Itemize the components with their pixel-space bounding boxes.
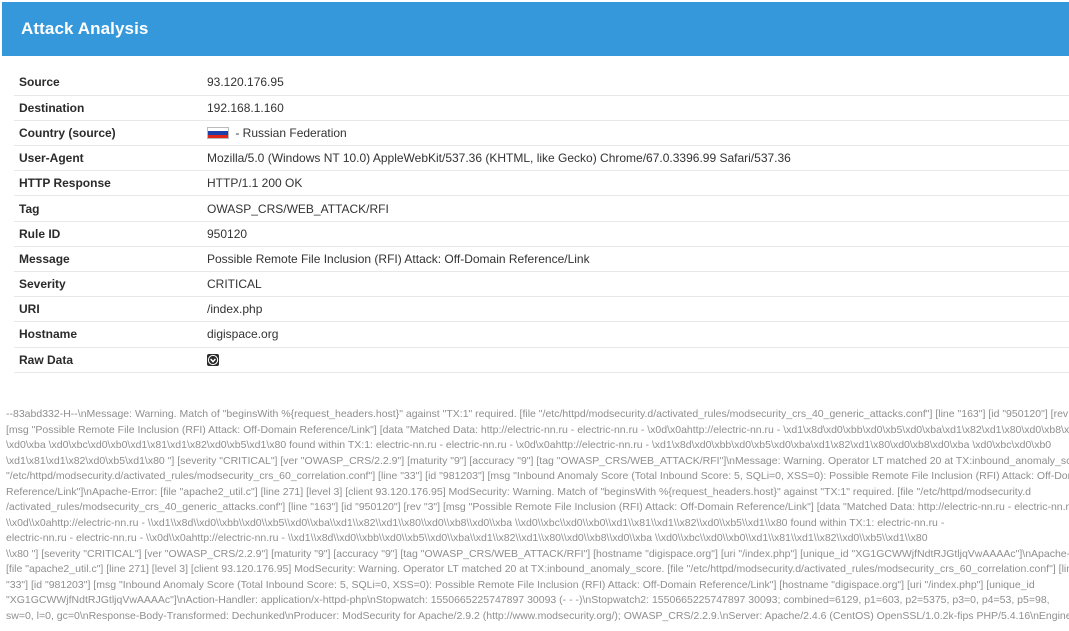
detail-value-rule-id: 950120 bbox=[207, 221, 1069, 247]
raw-data-line: "/etc/httpd/modsecurity.d/activated_rule… bbox=[6, 470, 1069, 482]
detail-value-http-response: HTTP/1.1 200 OK bbox=[207, 170, 1069, 197]
detail-label-country: Country (source) bbox=[14, 120, 207, 147]
detail-value-hostname: digispace.org bbox=[207, 321, 1069, 348]
page-title: Attack Analysis bbox=[21, 19, 149, 38]
detail-value-severity: CRITICAL bbox=[207, 271, 1069, 298]
detail-label-rule-id: Rule ID bbox=[14, 221, 207, 247]
detail-value-uri: /index.php bbox=[207, 296, 1069, 323]
detail-row-tag: Tag OWASP_CRS/WEB_ATTACK/RFI bbox=[14, 195, 1069, 222]
detail-row-hostname: Hostname digispace.org bbox=[14, 321, 1069, 348]
raw-data-line: \xd1\x81\xd1\x82\xd0\xb5\xd1\x80 "] [sev… bbox=[6, 454, 1069, 467]
raw-data-line: sw=0, l=0, gc=0\nResponse-Body-Transform… bbox=[6, 609, 1069, 622]
raw-data-text: --83abd332-H--\nMessage: Warning. Match … bbox=[6, 407, 1069, 631]
attack-analysis-page: Attack Analysis Source 93.120.176.95 Des… bbox=[0, 0, 1069, 631]
raw-data-line: \\x80 "] [severity "CRITICAL"] [ver "OWA… bbox=[6, 547, 1069, 560]
detail-row-raw-data: Raw Data bbox=[14, 347, 1069, 373]
detail-row-rule-id: Rule ID 950120 bbox=[14, 221, 1069, 247]
detail-row-severity: Severity CRITICAL bbox=[14, 271, 1069, 298]
detail-value-destination: 192.168.1.160 bbox=[207, 95, 1069, 121]
detail-value-source: 93.120.176.95 bbox=[207, 70, 1069, 96]
detail-row-user-agent: User-Agent Mozilla/5.0 (Windows NT 10.0)… bbox=[14, 145, 1069, 172]
detail-label-source: Source bbox=[14, 70, 207, 96]
detail-row-message: Message Possible Remote File Inclusion (… bbox=[14, 246, 1069, 273]
detail-label-raw-data: Raw Data bbox=[14, 347, 207, 373]
raw-data-line: \\x0d\\x0ahttp://electric-nn.ru - \\xd1\… bbox=[6, 516, 945, 529]
detail-label-message: Message bbox=[14, 246, 207, 273]
detail-row-http-response: HTTP Response HTTP/1.1 200 OK bbox=[14, 170, 1069, 197]
raw-data-line: Reference/Link"]\nApache-Error: [file "a… bbox=[6, 485, 1031, 498]
raw-data-toggle-button[interactable] bbox=[207, 353, 219, 366]
detail-row-destination: Destination 192.168.1.160 bbox=[14, 95, 1069, 121]
detail-row-uri: URI /index.php bbox=[14, 296, 1069, 323]
raw-data-line: \xd0\xba \xd0\xbc\xd0\xb0\xd1\x81\xd1\x8… bbox=[6, 439, 1052, 451]
raw-data-line: --83abd332-H--\nMessage: Warning. Match … bbox=[6, 408, 1069, 420]
detail-value-raw-data bbox=[207, 347, 1069, 373]
detail-row-country: Country (source) - Russian Federation bbox=[14, 120, 1069, 147]
raw-data-line: electric-nn.ru - electric-nn.ru - \\x0d\… bbox=[6, 532, 928, 544]
detail-value-country: - Russian Federation bbox=[235, 125, 347, 140]
detail-label-destination: Destination bbox=[14, 95, 207, 121]
detail-label-http-response: HTTP Response bbox=[14, 170, 207, 197]
detail-value-user-agent: Mozilla/5.0 (Windows NT 10.0) AppleWebKi… bbox=[207, 145, 1069, 172]
raw-data-line: [msg "Possible Remote File Inclusion (RF… bbox=[6, 423, 1069, 436]
detail-value-country-cell: - Russian Federation bbox=[207, 120, 1069, 147]
detail-label-uri: URI bbox=[14, 296, 207, 323]
panel-header: Attack Analysis bbox=[2, 2, 1069, 56]
detail-value-message: Possible Remote File Inclusion (RFI) Att… bbox=[207, 246, 1069, 273]
raw-data-line: "XG1GCWWjfNdtRJGtljqVwAAAAc"]\nAction-Ha… bbox=[6, 594, 1050, 606]
attack-details-table: Source 93.120.176.95 Destination 192.168… bbox=[14, 70, 1069, 373]
detail-row-source: Source 93.120.176.95 bbox=[14, 70, 1069, 96]
detail-label-user-agent: User-Agent bbox=[14, 145, 207, 172]
raw-data-line: /activated_rules/modsecurity_crs_40_gene… bbox=[6, 501, 1069, 513]
detail-value-tag: OWASP_CRS/WEB_ATTACK/RFI bbox=[207, 195, 1069, 222]
detail-label-severity: Severity bbox=[14, 271, 207, 298]
detail-label-tag: Tag bbox=[14, 195, 207, 222]
raw-data-line: "33"] [id "981203"] [msg "Inbound Anomal… bbox=[6, 578, 1035, 591]
russia-flag-icon bbox=[207, 126, 229, 139]
chevron-down-icon bbox=[207, 354, 219, 365]
detail-label-hostname: Hostname bbox=[14, 321, 207, 348]
raw-data-line: [file "apache2_util.c"] [line 271] [leve… bbox=[6, 563, 1069, 575]
